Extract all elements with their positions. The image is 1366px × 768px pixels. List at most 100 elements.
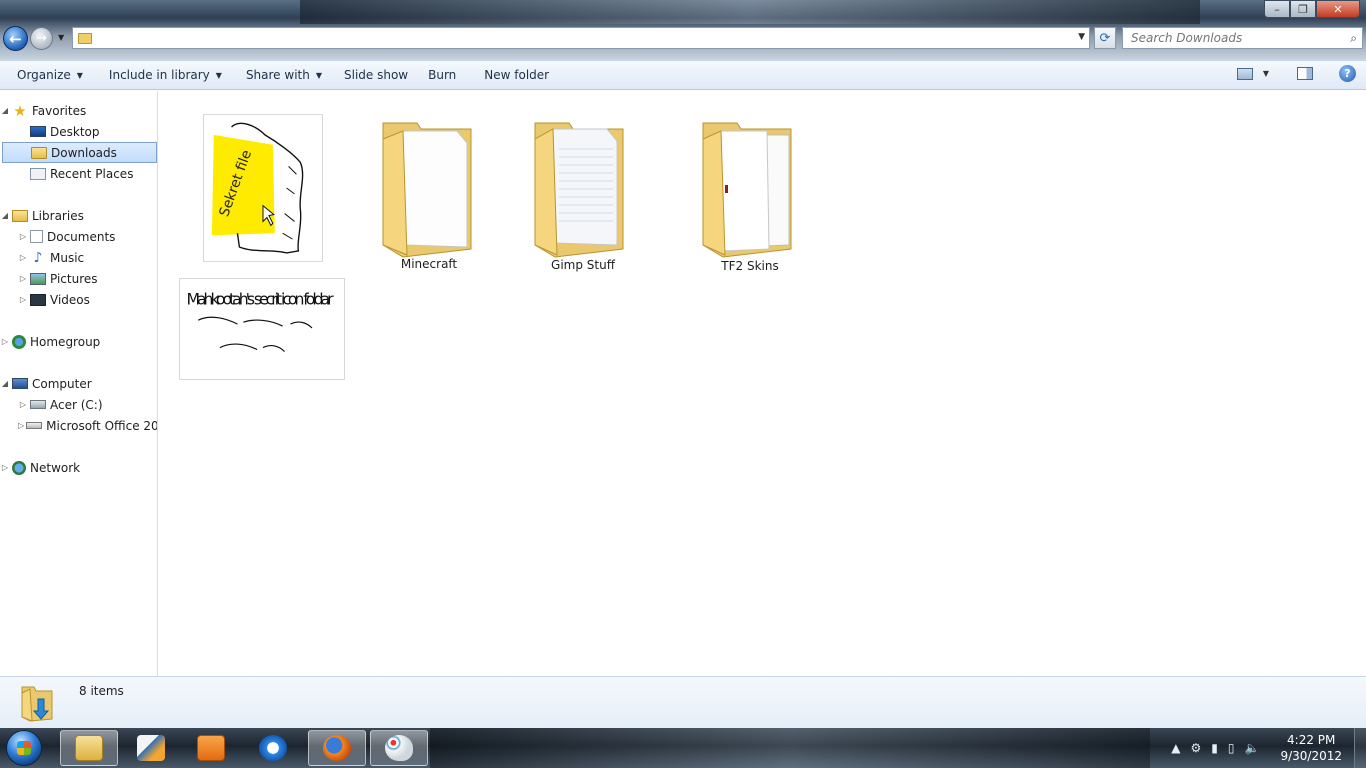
new-folder-button[interactable]: New folder (475, 63, 558, 87)
expanded-arrow-icon[interactable]: ◢ (0, 211, 10, 220)
address-bar[interactable]: ▼ (72, 27, 1090, 49)
back-button[interactable]: ← (3, 26, 28, 51)
collapsed-arrow-icon[interactable]: ▷ (18, 232, 28, 241)
nav-homegroup[interactable]: ▷ Homegroup (0, 331, 157, 352)
nav-pictures[interactable]: ▷ Pictures (0, 268, 157, 289)
maximize-button[interactable]: ❐ (1290, 0, 1316, 18)
help-icon[interactable]: ? (1339, 65, 1356, 82)
collapsed-arrow-icon[interactable]: ▷ (18, 274, 28, 283)
recent-places-icon (30, 167, 46, 180)
collapsed-arrow-icon[interactable]: ▷ (0, 337, 10, 346)
nav-desktop[interactable]: Desktop (0, 121, 157, 142)
taskbar-media-player[interactable] (182, 730, 240, 766)
explorer-icon (75, 735, 103, 761)
close-button[interactable]: ✕ (1316, 0, 1360, 18)
slide-show-button[interactable]: Slide show (335, 63, 417, 87)
preview-pane-icon[interactable] (1297, 67, 1313, 80)
change-view-icon[interactable] (1236, 67, 1253, 80)
nav-libraries[interactable]: ◢ Libraries (0, 205, 157, 226)
downloads-folder-icon (31, 146, 47, 159)
clock[interactable]: 4:22 PM 9/30/2012 (1280, 732, 1342, 764)
clock-time: 4:22 PM (1287, 733, 1336, 747)
nav-downloads[interactable]: Downloads (2, 142, 157, 163)
forward-arrow-icon: → (36, 31, 47, 46)
computer-icon (12, 378, 28, 389)
search-icon[interactable]: ⌕ (1350, 31, 1357, 46)
collapsed-arrow-icon[interactable]: ▷ (0, 463, 10, 472)
taskbar-firefox[interactable] (308, 730, 366, 766)
share-with-label: Share with (245, 68, 310, 82)
folder-name: TF2 Skins (721, 259, 779, 273)
secret-icon-folder-drawn-text: Mahkootah's secrit icon foldar (187, 289, 335, 308)
nav-acer-c[interactable]: ▷ Acer (C:) (0, 394, 157, 415)
collapsed-arrow-icon[interactable]: ▷ (18, 295, 28, 304)
nav-videos[interactable]: ▷ Videos (0, 289, 157, 310)
include-in-library-button[interactable]: Include in library ▼ (100, 63, 231, 87)
internet-explorer-icon (259, 735, 287, 761)
nav-label: Recent Places (50, 166, 134, 181)
paint-icon (385, 735, 413, 761)
nav-office-drive[interactable]: ▷ Microsoft Office 201 (0, 415, 157, 436)
share-with-button[interactable]: Share with ▼ (237, 63, 331, 87)
power-icon[interactable]: ▯ (1228, 741, 1235, 755)
folder-icon (534, 122, 624, 258)
downloads-folder-icon (21, 686, 53, 722)
refresh-button[interactable]: ⟳ (1094, 27, 1116, 49)
show-hidden-icons-icon[interactable]: ▲ (1171, 741, 1180, 755)
firefox-icon (323, 735, 351, 761)
file-item-secret-icon-folder[interactable]: Mahkootah's secrit icon foldar (179, 278, 345, 380)
expanded-arrow-icon[interactable]: ◢ (0, 106, 10, 115)
nav-label: Desktop (50, 124, 100, 139)
search-box[interactable]: ⌕ (1122, 27, 1363, 49)
file-item-sekret-file[interactable]: Sekret file (203, 114, 323, 262)
collapsed-arrow-icon[interactable]: ▷ (18, 400, 28, 409)
nav-favorites[interactable]: ◢ ★ Favorites (0, 100, 157, 121)
star-icon: ★ (13, 101, 27, 120)
nav-recent-places[interactable]: Recent Places (0, 163, 157, 184)
taskbar-paint[interactable] (370, 730, 428, 766)
address-dropdown-icon[interactable]: ▼ (1078, 32, 1085, 42)
recent-pages-dropdown[interactable]: ▼ (58, 33, 64, 42)
organize-button[interactable]: Organize ▼ (8, 63, 92, 87)
include-in-library-label: Include in library (108, 68, 210, 82)
command-bar: Organize ▼ Include in library ▼ Share with… (0, 60, 1366, 90)
nav-label: Documents (47, 229, 116, 244)
steam-icon[interactable]: ⚙ (1191, 741, 1202, 755)
search-input[interactable] (1131, 31, 1331, 45)
volume-icon[interactable]: 🔈 (1245, 741, 1260, 755)
start-orb[interactable] (6, 730, 42, 766)
sekret-file-thumbnail: Sekret file (203, 114, 323, 262)
view-controls: ▼ ? (1236, 65, 1356, 82)
taskbar-internet-explorer[interactable] (244, 730, 302, 766)
folder-item-tf2-skins[interactable]: TF2 Skins (689, 119, 811, 279)
burn-button[interactable]: Burn (419, 63, 465, 87)
hard-drive-icon (30, 400, 46, 409)
taskbar-explorer[interactable] (60, 730, 118, 766)
folder-item-minecraft[interactable]: Minecraft (365, 119, 493, 291)
minimize-button[interactable]: – (1264, 0, 1290, 18)
nav-documents[interactable]: ▷ Documents (0, 226, 157, 247)
homegroup-icon (12, 334, 26, 349)
collapsed-arrow-icon[interactable]: ▷ (18, 421, 24, 430)
folder-icon (78, 32, 92, 44)
network-signal-icon[interactable]: ▮ (1211, 741, 1218, 755)
chevron-down-icon[interactable]: ▼ (1263, 69, 1269, 78)
folder-item-gimp-stuff[interactable]: Gimp Stuff (517, 119, 649, 291)
forward-button[interactable]: → (30, 27, 53, 50)
taskbar-paint-brush[interactable] (122, 730, 180, 766)
music-icon: ♪ (33, 249, 43, 266)
file-list: Sekret file Minecraft Gimp Stuff TF2 Ski… (159, 91, 1366, 676)
nav-label: Videos (50, 292, 90, 307)
item-count: 8 items (79, 684, 124, 698)
nav-computer[interactable]: ◢ Computer (0, 373, 157, 394)
expanded-arrow-icon[interactable]: ◢ (0, 379, 10, 388)
nav-network[interactable]: ▷ Network (0, 457, 157, 478)
folder-icon (702, 122, 792, 258)
desktop-icon (30, 126, 46, 137)
chevron-down-icon: ▼ (315, 70, 322, 80)
window-controls: – ❐ ✕ (1264, 0, 1360, 18)
libraries-icon (12, 209, 28, 222)
show-desktop-button[interactable] (1354, 728, 1366, 768)
nav-music[interactable]: ▷ ♪ Music (0, 247, 157, 268)
collapsed-arrow-icon[interactable]: ▷ (18, 253, 28, 262)
